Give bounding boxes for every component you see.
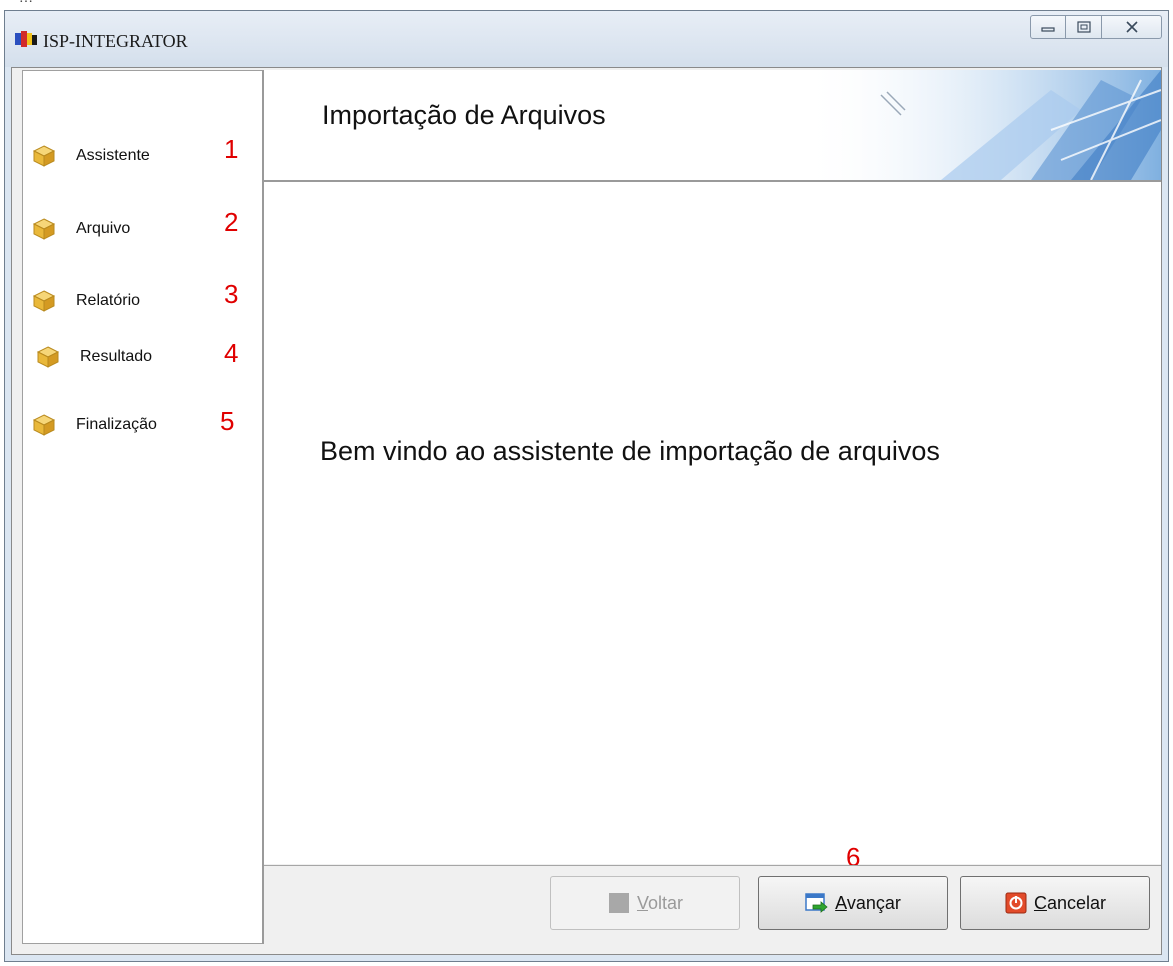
- sidebar-step-relatorio[interactable]: Relatório: [32, 286, 140, 316]
- header-decoration: [801, 70, 1161, 180]
- step-label: Finalização: [76, 416, 157, 433]
- minimize-button[interactable]: [1030, 15, 1066, 39]
- annotation-marker-2: 2: [224, 207, 239, 237]
- next-label: vançar: [846, 892, 901, 913]
- close-button[interactable]: [1102, 15, 1162, 39]
- minimize-icon: [1041, 27, 1055, 32]
- window-controls: [1030, 15, 1162, 41]
- wizard-content: Bem vindo ao assistente de importação de…: [264, 182, 1161, 864]
- app-icon: [15, 31, 37, 47]
- sidebar-step-finalizacao[interactable]: Finalização: [32, 410, 157, 440]
- back-button[interactable]: Voltar: [550, 876, 740, 930]
- box-icon: [32, 218, 56, 240]
- back-icon: [608, 893, 629, 913]
- button-bar: Voltar Avançar Cancelar: [264, 865, 1161, 944]
- back-label: oltar: [648, 892, 684, 913]
- annotation-marker-1: 1: [224, 134, 239, 164]
- sidebar-step-resultado[interactable]: Resultado: [36, 342, 152, 372]
- cropped-top-strip: …: [0, 0, 1173, 10]
- step-label: Assistente: [76, 147, 150, 164]
- box-icon: [32, 414, 56, 436]
- next-button[interactable]: Avançar: [758, 876, 948, 930]
- maximize-button[interactable]: [1066, 15, 1102, 39]
- maximize-icon: [1076, 21, 1091, 33]
- sidebar-step-arquivo[interactable]: Arquivo: [32, 214, 130, 244]
- step-label: Resultado: [80, 348, 153, 365]
- annotation-marker-5: 5: [220, 406, 235, 436]
- window-title: ISP-INTEGRATOR: [43, 31, 188, 51]
- wizard-client: Assistente 1 Arquivo 2 Relatório 3 Resul…: [11, 67, 1162, 955]
- next-label-accel: A: [835, 892, 847, 913]
- box-icon: [36, 346, 60, 368]
- step-label: Relatório: [76, 292, 141, 309]
- cancel-label: ancelar: [1046, 892, 1107, 913]
- annotation-marker-4: 4: [224, 338, 239, 368]
- page-title: Importação de Arquivos: [322, 100, 606, 130]
- power-icon: [1005, 892, 1027, 914]
- box-icon: [32, 145, 56, 167]
- welcome-message: Bem vindo ao assistente de importação de…: [320, 436, 940, 466]
- steps-sidebar: [22, 70, 262, 944]
- sidebar-step-assistente[interactable]: Assistente: [32, 141, 150, 171]
- cancel-label-accel: C: [1033, 892, 1047, 913]
- step-label: Arquivo: [76, 220, 131, 237]
- close-icon: [1125, 21, 1138, 33]
- box-icon: [32, 290, 56, 312]
- forward-arrow-icon: [805, 893, 828, 913]
- page-header: Importação de Arquivos: [264, 70, 1161, 182]
- app-window: ISP-INTEGRATOR Assistente 1 Arquivo 2 Re…: [4, 10, 1169, 962]
- title-bar[interactable]: ISP-INTEGRATOR: [5, 11, 1168, 67]
- back-label-accel: V: [636, 892, 648, 913]
- cancel-button[interactable]: Cancelar: [960, 876, 1150, 930]
- annotation-marker-3: 3: [224, 279, 239, 309]
